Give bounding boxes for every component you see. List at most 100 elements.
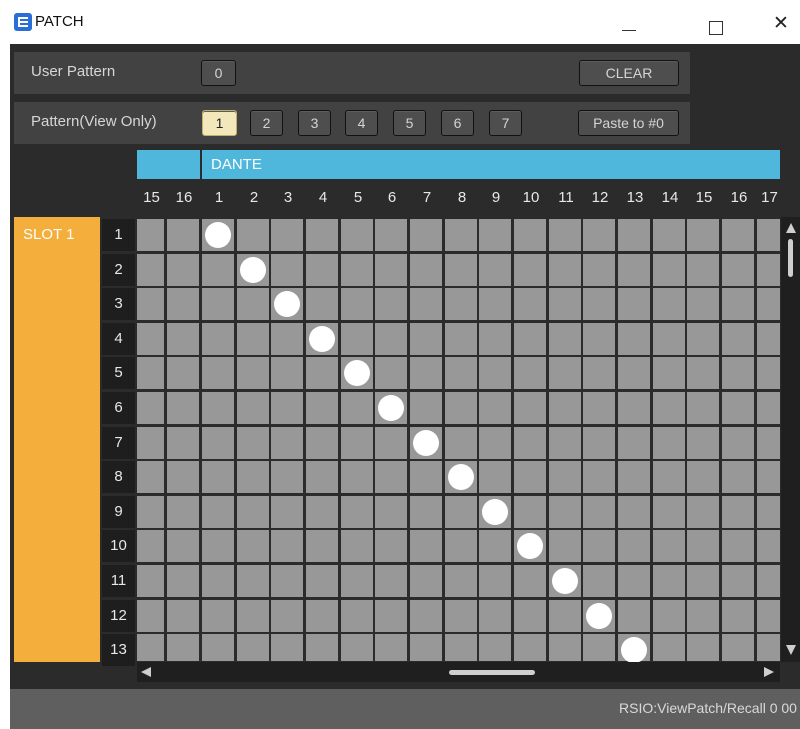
- patch-cell[interactable]: [757, 496, 780, 528]
- patch-cell[interactable]: [167, 392, 199, 424]
- patch-cell[interactable]: [514, 392, 546, 424]
- patch-cell[interactable]: [341, 323, 373, 355]
- patch-cell[interactable]: [306, 392, 338, 424]
- patch-cell[interactable]: [167, 323, 199, 355]
- pattern-2-button[interactable]: 2: [250, 110, 283, 136]
- scroll-right-icon[interactable]: [764, 667, 774, 677]
- patch-cell[interactable]: [618, 323, 650, 355]
- patch-cell[interactable]: [341, 427, 373, 459]
- patch-cell[interactable]: [687, 634, 719, 661]
- patch-cell[interactable]: [653, 634, 685, 661]
- patch-cell[interactable]: [202, 496, 234, 528]
- patch-cell[interactable]: [479, 427, 511, 459]
- patch-cell[interactable]: [479, 254, 511, 286]
- patch-cell[interactable]: [137, 288, 164, 320]
- patch-cell[interactable]: [722, 565, 754, 597]
- patch-cell[interactable]: [202, 634, 234, 661]
- patch-cell[interactable]: [514, 634, 546, 661]
- patch-cell[interactable]: [167, 461, 199, 493]
- patch-cell[interactable]: [479, 219, 511, 251]
- patch-cell[interactable]: [583, 565, 615, 597]
- patch-cell[interactable]: [341, 634, 373, 661]
- patch-cell[interactable]: [375, 600, 407, 632]
- patch-cell[interactable]: [687, 600, 719, 632]
- pattern-4-button[interactable]: 4: [345, 110, 378, 136]
- patch-cell[interactable]: [306, 288, 338, 320]
- patch-cell[interactable]: [445, 219, 477, 251]
- patch-cell[interactable]: [137, 392, 164, 424]
- patch-cell[interactable]: [479, 530, 511, 562]
- vertical-scroll-thumb[interactable]: [788, 239, 793, 277]
- patch-cell[interactable]: [653, 600, 685, 632]
- patch-cell[interactable]: [375, 461, 407, 493]
- patch-cell[interactable]: [757, 565, 780, 597]
- patch-cell[interactable]: [167, 600, 199, 632]
- patch-cell[interactable]: [271, 530, 303, 562]
- scroll-down-icon[interactable]: [786, 645, 796, 655]
- patch-cell[interactable]: [757, 427, 780, 459]
- patch-cell[interactable]: [271, 600, 303, 632]
- patch-cell[interactable]: [618, 392, 650, 424]
- patch-cell[interactable]: [375, 634, 407, 661]
- patch-cell[interactable]: [410, 254, 442, 286]
- patch-cell[interactable]: [549, 392, 581, 424]
- patch-cell[interactable]: [583, 254, 615, 286]
- patch-cell[interactable]: [757, 254, 780, 286]
- patch-cell[interactable]: [167, 427, 199, 459]
- patch-cell[interactable]: [618, 530, 650, 562]
- patch-cell[interactable]: [137, 496, 164, 528]
- patch-cell[interactable]: [757, 357, 780, 389]
- patch-cell[interactable]: [137, 219, 164, 251]
- patch-cell[interactable]: [618, 254, 650, 286]
- patch-cell[interactable]: [549, 530, 581, 562]
- patch-cell[interactable]: [549, 461, 581, 493]
- patch-cell[interactable]: [202, 530, 234, 562]
- patch-cell[interactable]: [137, 600, 164, 632]
- pattern-7-button[interactable]: 7: [489, 110, 522, 136]
- patch-cell[interactable]: [237, 288, 269, 320]
- user-pattern-0-button[interactable]: 0: [201, 60, 236, 86]
- patch-cell[interactable]: [237, 600, 269, 632]
- patch-cell[interactable]: [618, 357, 650, 389]
- maximize-button[interactable]: [692, 8, 738, 38]
- patch-cell[interactable]: [410, 634, 442, 661]
- patch-cell[interactable]: [167, 357, 199, 389]
- patch-cell[interactable]: [479, 288, 511, 320]
- patch-cell[interactable]: [757, 461, 780, 493]
- patch-cell[interactable]: [375, 357, 407, 389]
- patch-cell[interactable]: [687, 219, 719, 251]
- patch-cell[interactable]: [445, 600, 477, 632]
- patch-cell[interactable]: [375, 288, 407, 320]
- patch-cell[interactable]: [722, 461, 754, 493]
- patch-cell[interactable]: [687, 530, 719, 562]
- patch-cell[interactable]: [306, 496, 338, 528]
- patch-cell[interactable]: [583, 496, 615, 528]
- patch-cell[interactable]: [306, 634, 338, 661]
- patch-cell[interactable]: [514, 565, 546, 597]
- patch-cell[interactable]: [722, 288, 754, 320]
- patch-cell[interactable]: [306, 600, 338, 632]
- patch-cell[interactable]: [375, 427, 407, 459]
- patch-cell[interactable]: [445, 530, 477, 562]
- patch-cell[interactable]: [757, 219, 780, 251]
- patch-cell[interactable]: [722, 323, 754, 355]
- patch-cell[interactable]: [306, 357, 338, 389]
- patch-cell[interactable]: [167, 530, 199, 562]
- minimize-button[interactable]: [606, 8, 652, 38]
- patch-cell[interactable]: [445, 427, 477, 459]
- patch-cell[interactable]: [549, 427, 581, 459]
- patch-cell[interactable]: [687, 461, 719, 493]
- patch-cell[interactable]: [618, 565, 650, 597]
- patch-cell[interactable]: [687, 254, 719, 286]
- patch-cell[interactable]: [583, 634, 615, 661]
- patch-cell[interactable]: [445, 357, 477, 389]
- patch-cell[interactable]: [167, 496, 199, 528]
- patch-cell[interactable]: [202, 288, 234, 320]
- patch-cell[interactable]: [687, 496, 719, 528]
- patch-cell[interactable]: [271, 634, 303, 661]
- patch-cell[interactable]: [306, 219, 338, 251]
- patch-cell[interactable]: [410, 323, 442, 355]
- patch-cell[interactable]: [237, 461, 269, 493]
- patch-cell[interactable]: [137, 323, 164, 355]
- patch-cell[interactable]: [583, 288, 615, 320]
